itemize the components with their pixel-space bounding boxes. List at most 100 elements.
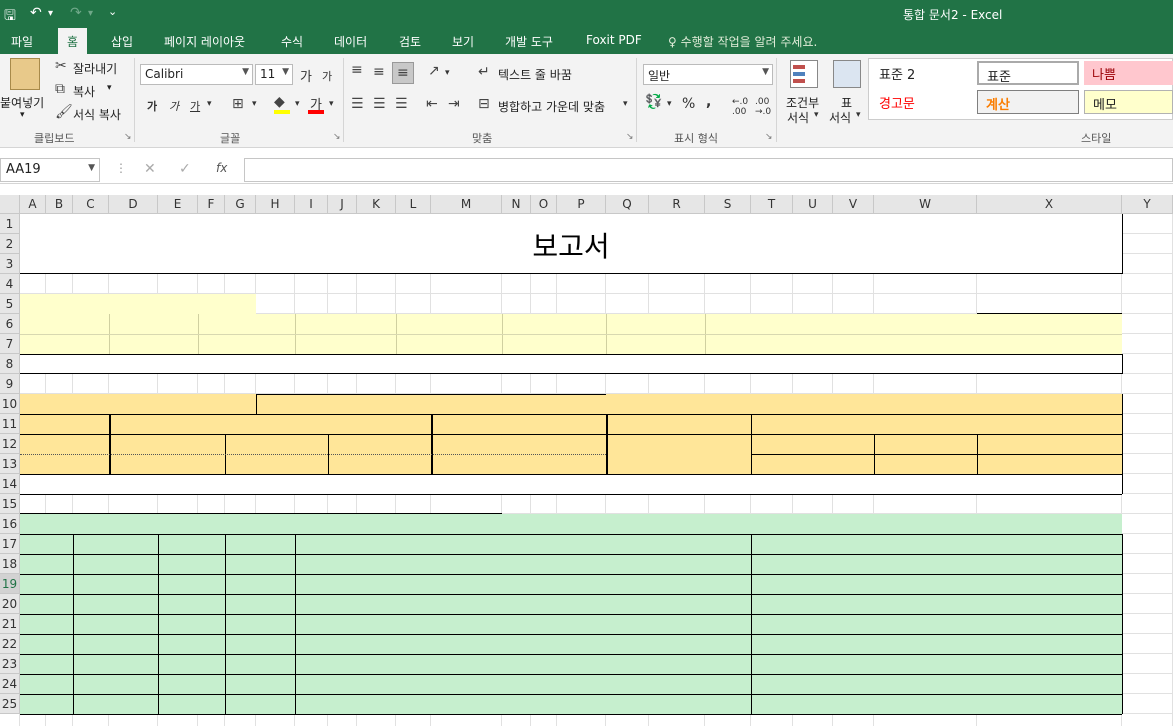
row-header-15[interactable]: 15 bbox=[0, 494, 20, 514]
insert-function-button[interactable]: fx bbox=[216, 161, 227, 175]
tab-view[interactable]: 보기 bbox=[452, 33, 474, 50]
cell-style-normal2[interactable]: 표준 2 bbox=[871, 61, 971, 85]
underline-dropdown-icon[interactable]: ▾ bbox=[207, 99, 212, 109]
tab-review[interactable]: 검토 bbox=[399, 33, 421, 50]
merge-dropdown-icon[interactable]: ▾ bbox=[623, 99, 628, 109]
align-top-icon[interactable]: ≡ bbox=[351, 62, 363, 78]
copy-icon[interactable]: ⧉ bbox=[55, 81, 65, 97]
column-header-c[interactable]: C bbox=[73, 195, 109, 214]
column-header-h[interactable]: H bbox=[256, 195, 295, 214]
format-as-table-icon[interactable] bbox=[833, 60, 861, 88]
fill-color-dropdown-icon[interactable]: ▾ bbox=[295, 99, 300, 109]
formula-input[interactable] bbox=[244, 158, 1173, 182]
column-header-q[interactable]: Q bbox=[606, 195, 649, 214]
align-bottom-button[interactable]: ≡ bbox=[392, 62, 414, 84]
wrap-text-icon[interactable]: ↵ bbox=[478, 64, 490, 80]
font-name-combo[interactable]: Calibri ▼ bbox=[140, 64, 253, 85]
table-dropdown-icon[interactable]: ▾ bbox=[856, 110, 861, 120]
cancel-button[interactable]: ✕ bbox=[144, 161, 156, 177]
clipboard-launcher-icon[interactable]: ↘ bbox=[124, 132, 132, 142]
border-dropdown-icon[interactable]: ▾ bbox=[252, 99, 257, 109]
tab-page-layout[interactable]: 페이지 레이아웃 bbox=[164, 33, 245, 50]
fill-color-icon[interactable]: ◆ bbox=[274, 94, 285, 110]
increase-decimal-button[interactable]: ←.0.00 bbox=[732, 97, 748, 117]
row-header-18[interactable]: 18 bbox=[0, 554, 20, 574]
bold-button[interactable]: 가 bbox=[147, 98, 157, 114]
merge-center-button[interactable]: 병합하고 가운데 맞춤 bbox=[498, 98, 605, 115]
column-header-b[interactable]: B bbox=[46, 195, 73, 214]
customize-toolbar-icon[interactable]: ⌄ bbox=[108, 5, 117, 18]
paste-dropdown-icon[interactable]: ▾ bbox=[20, 110, 25, 120]
name-box[interactable]: AA19 ▼ bbox=[0, 158, 100, 182]
number-launcher-icon[interactable]: ↘ bbox=[765, 132, 773, 142]
row-header-20[interactable]: 20 bbox=[0, 594, 20, 614]
accounting-format-icon[interactable]: 💱 bbox=[645, 94, 662, 110]
italic-button[interactable]: 가 bbox=[169, 98, 179, 114]
orientation-icon[interactable]: ↗ bbox=[428, 63, 440, 79]
cut-button[interactable]: 잘라내기 bbox=[73, 60, 117, 77]
column-header-v[interactable]: V bbox=[833, 195, 874, 214]
row-header-19[interactable]: 19 bbox=[0, 574, 20, 594]
tab-file[interactable]: 파일 bbox=[11, 33, 33, 50]
column-header-f[interactable]: F bbox=[198, 195, 225, 214]
decrease-decimal-button[interactable]: .00 →.0 bbox=[755, 97, 771, 117]
column-header-u[interactable]: U bbox=[793, 195, 833, 214]
row-header-22[interactable]: 22 bbox=[0, 634, 20, 654]
cell-style-bad[interactable]: 나쁨 bbox=[1084, 61, 1173, 85]
column-header-w[interactable]: W bbox=[874, 195, 977, 214]
comma-style-button[interactable]: , bbox=[706, 94, 711, 110]
paste-icon[interactable] bbox=[10, 58, 40, 90]
wrap-text-button[interactable]: 텍스트 줄 바꿈 bbox=[498, 66, 572, 83]
column-header-s[interactable]: S bbox=[705, 195, 751, 214]
redo-dropdown-icon[interactable]: ▾ bbox=[88, 8, 93, 19]
tab-data[interactable]: 데이터 bbox=[334, 33, 367, 50]
column-header-m[interactable]: M bbox=[431, 195, 502, 214]
row-header-25[interactable]: 25 bbox=[0, 694, 20, 714]
format-as-table-button-line2[interactable]: 서식 bbox=[829, 109, 851, 126]
orientation-dropdown-icon[interactable]: ▾ bbox=[445, 68, 450, 78]
row-header-1[interactable]: 1 bbox=[0, 214, 20, 234]
column-header-y[interactable]: Y bbox=[1122, 195, 1173, 214]
row-header-8[interactable]: 8 bbox=[0, 354, 20, 374]
align-center-icon[interactable]: ☰ bbox=[373, 96, 386, 112]
copy-button[interactable]: 복사 bbox=[73, 83, 95, 100]
tab-foxit-pdf[interactable]: Foxit PDF bbox=[586, 33, 642, 47]
row-header-12[interactable]: 12 bbox=[0, 434, 20, 454]
font-launcher-icon[interactable]: ↘ bbox=[333, 132, 341, 142]
paste-button[interactable]: 붙여넣기 bbox=[0, 94, 44, 111]
underline-button[interactable]: 가 bbox=[190, 98, 200, 114]
row-header-14[interactable]: 14 bbox=[0, 474, 20, 494]
column-header-e[interactable]: E bbox=[158, 195, 198, 214]
row-header-6[interactable]: 6 bbox=[0, 314, 20, 334]
row-header-23[interactable]: 23 bbox=[0, 654, 20, 674]
conditional-dropdown-icon[interactable]: ▾ bbox=[814, 110, 819, 120]
font-size-combo[interactable]: 11 ▼ bbox=[255, 64, 293, 85]
undo-icon[interactable]: ↶ bbox=[30, 5, 42, 21]
tab-home[interactable]: 홈 bbox=[58, 28, 88, 54]
align-right-icon[interactable]: ☰ bbox=[395, 96, 408, 112]
conditional-format-button-line2[interactable]: 서식 bbox=[787, 109, 809, 126]
cell-style-warning[interactable]: 경고문 bbox=[871, 90, 971, 114]
tab-insert[interactable]: 삽입 bbox=[111, 33, 133, 50]
conditional-format-icon[interactable] bbox=[790, 60, 818, 88]
worksheet-grid[interactable]: 보고서 A B C D E F G H I J K L M N O P Q R S T U V W X Y 1 2 3 4 5 6 7 8 9 10… bbox=[0, 195, 1173, 726]
select-all-corner[interactable] bbox=[0, 195, 20, 214]
column-header-x[interactable]: X bbox=[977, 195, 1122, 214]
number-format-combo[interactable]: 일반 ▼ bbox=[643, 64, 773, 85]
copy-dropdown-icon[interactable]: ▾ bbox=[107, 83, 112, 93]
column-header-j[interactable]: J bbox=[328, 195, 357, 214]
increase-indent-icon[interactable]: ⇥ bbox=[448, 96, 460, 112]
tab-formulas[interactable]: 수식 bbox=[281, 33, 303, 50]
row-header-10[interactable]: 10 bbox=[0, 394, 20, 414]
row-header-5[interactable]: 5 bbox=[0, 294, 20, 314]
enter-button[interactable]: ✓ bbox=[179, 161, 191, 177]
column-header-p[interactable]: P bbox=[557, 195, 606, 214]
cell-style-normal[interactable]: 표준 bbox=[977, 61, 1079, 85]
row-header-13[interactable]: 13 bbox=[0, 454, 20, 474]
column-header-i[interactable]: I bbox=[295, 195, 328, 214]
row-header-4[interactable]: 4 bbox=[0, 274, 20, 294]
font-color-dropdown-icon[interactable]: ▾ bbox=[329, 99, 334, 109]
row-header-9[interactable]: 9 bbox=[0, 374, 20, 394]
save-icon[interactable]: 🖫 bbox=[4, 5, 16, 29]
column-header-a[interactable]: A bbox=[20, 195, 46, 214]
